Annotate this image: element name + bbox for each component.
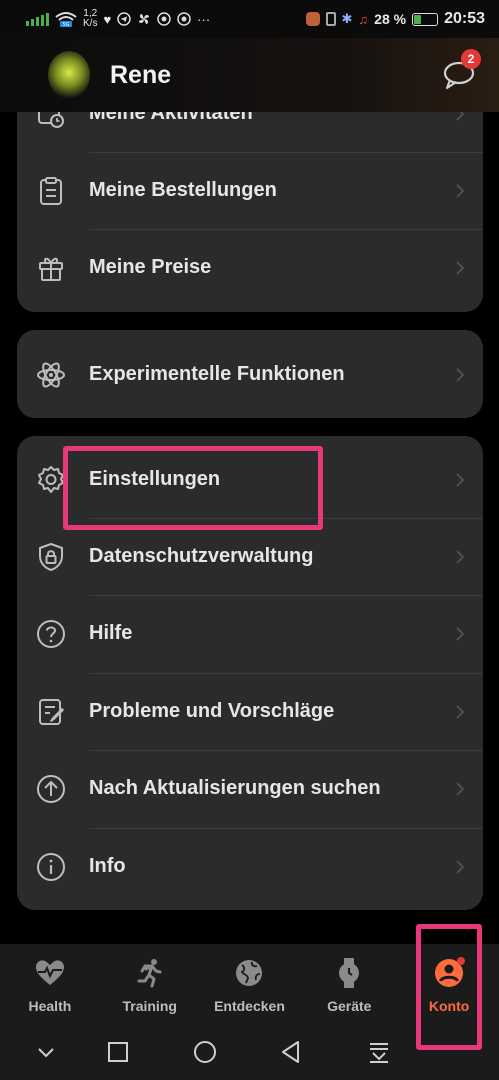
chevron-right-icon: [456, 781, 465, 796]
watch-icon: [339, 958, 360, 988]
battery-icon: [412, 12, 439, 26]
menu-item-label: Info: [89, 855, 126, 877]
nav-label: Entdecken: [214, 998, 285, 1014]
telegram-icon: [117, 12, 131, 26]
edit-note-icon: [39, 698, 64, 725]
message-count-badge: 2: [461, 49, 481, 69]
nav-health[interactable]: Health: [0, 944, 100, 1024]
chrome-icon: [157, 12, 171, 26]
highlight-box-account: [416, 924, 482, 1050]
account-header: Rene 2: [0, 38, 499, 112]
home-circle-icon[interactable]: [191, 1038, 219, 1066]
chevron-right-icon: [456, 260, 465, 275]
wifi-icon: 5G: [55, 12, 77, 27]
menu-item-label: Datenschutzverwaltung: [89, 545, 314, 567]
menu-item-prizes[interactable]: Meine Preise: [17, 229, 483, 306]
chevron-down-icon[interactable]: [32, 1038, 60, 1066]
nav-discover[interactable]: Entdecken: [200, 944, 300, 1024]
network-speed: 1,2 K/s: [83, 8, 98, 29]
recent-apps-square-icon[interactable]: [104, 1038, 132, 1066]
globe-icon: [236, 960, 263, 986]
info-circle-icon: [37, 852, 65, 881]
menu-item-feedback[interactable]: Probleme und Vorschläge: [17, 673, 483, 750]
menu-item-label: Hilfe: [89, 622, 133, 644]
nav-label: Geräte: [327, 998, 372, 1014]
back-triangle-icon[interactable]: [277, 1038, 305, 1066]
menu-card-experimental: Experimentelle Funktionen: [17, 330, 483, 418]
menu-item-label: Probleme und Vorschläge: [89, 700, 335, 722]
menu-item-updates[interactable]: Nach Aktualisierungen suchen: [17, 750, 483, 827]
chrome-icon: [177, 12, 191, 26]
bluetooth-icon: ✱: [341, 11, 353, 26]
chevron-right-icon: [456, 626, 465, 641]
nav-label: Training: [122, 998, 177, 1014]
chevron-right-icon: [456, 549, 465, 564]
nav-label: Health: [28, 998, 72, 1014]
cellular-signal-icon: [26, 12, 49, 26]
notification-pulldown-icon[interactable]: [365, 1038, 393, 1066]
menu-item-orders[interactable]: Meine Bestellungen: [17, 152, 483, 229]
arrow-up-circle-icon: [37, 774, 65, 803]
status-bar: 5G 1,2 K/s ♥ ··· ✱ ♫ 28 % 20:53: [0, 0, 499, 38]
menu-item-label: Meine Bestellungen: [89, 179, 277, 201]
clipboard-icon: [40, 176, 62, 205]
heart-pulse-icon: [35, 960, 64, 985]
menu-item-label: Nach Aktualisierungen suchen: [89, 777, 381, 799]
menu-item-activities[interactable]: Meine Aktivitäten: [17, 112, 483, 152]
user-name[interactable]: Rene: [110, 61, 171, 90]
runner-icon: [137, 959, 162, 988]
chevron-right-icon: [456, 704, 465, 719]
help-circle-icon: [37, 619, 65, 648]
heart-icon: ♥: [103, 11, 112, 27]
atom-icon: [37, 361, 65, 388]
menu-item-label: Meine Preise: [89, 256, 212, 278]
nav-devices[interactable]: Geräte: [299, 944, 399, 1024]
chevron-right-icon: [456, 112, 465, 121]
avatar[interactable]: [48, 51, 90, 99]
menu-item-info[interactable]: Info: [17, 828, 483, 905]
nav-training[interactable]: Training: [100, 944, 200, 1024]
chevron-right-icon: [456, 183, 465, 198]
messages-button[interactable]: 2: [441, 49, 481, 93]
app-notification-icon: [305, 12, 320, 26]
menu-item-help[interactable]: Hilfe: [17, 595, 483, 672]
shield-lock-icon: [39, 542, 63, 571]
menu-item-experimental[interactable]: Experimentelle Funktionen: [17, 336, 483, 413]
chevron-right-icon: [456, 472, 465, 487]
menu-item-label: Meine Aktivitäten: [89, 112, 253, 124]
vibrate-icon: [325, 12, 336, 26]
menu-card-personal: Meine Aktivitäten Meine Bestellungen Mei…: [17, 112, 483, 312]
chevron-right-icon: [456, 859, 465, 874]
gift-icon: [39, 257, 63, 281]
music-note-icon: ♫: [358, 11, 369, 27]
clock: 20:53: [444, 10, 485, 27]
chevron-right-icon: [456, 367, 465, 382]
highlight-box-settings: [63, 446, 323, 530]
battery-percent: 28 %: [374, 11, 407, 27]
activity-clock-icon: [38, 112, 64, 128]
more-dots-icon: ···: [197, 11, 211, 27]
fan-icon: [139, 14, 150, 24]
menu-item-label: Experimentelle Funktionen: [89, 363, 345, 385]
svg-text:5G: 5G: [62, 22, 69, 27]
